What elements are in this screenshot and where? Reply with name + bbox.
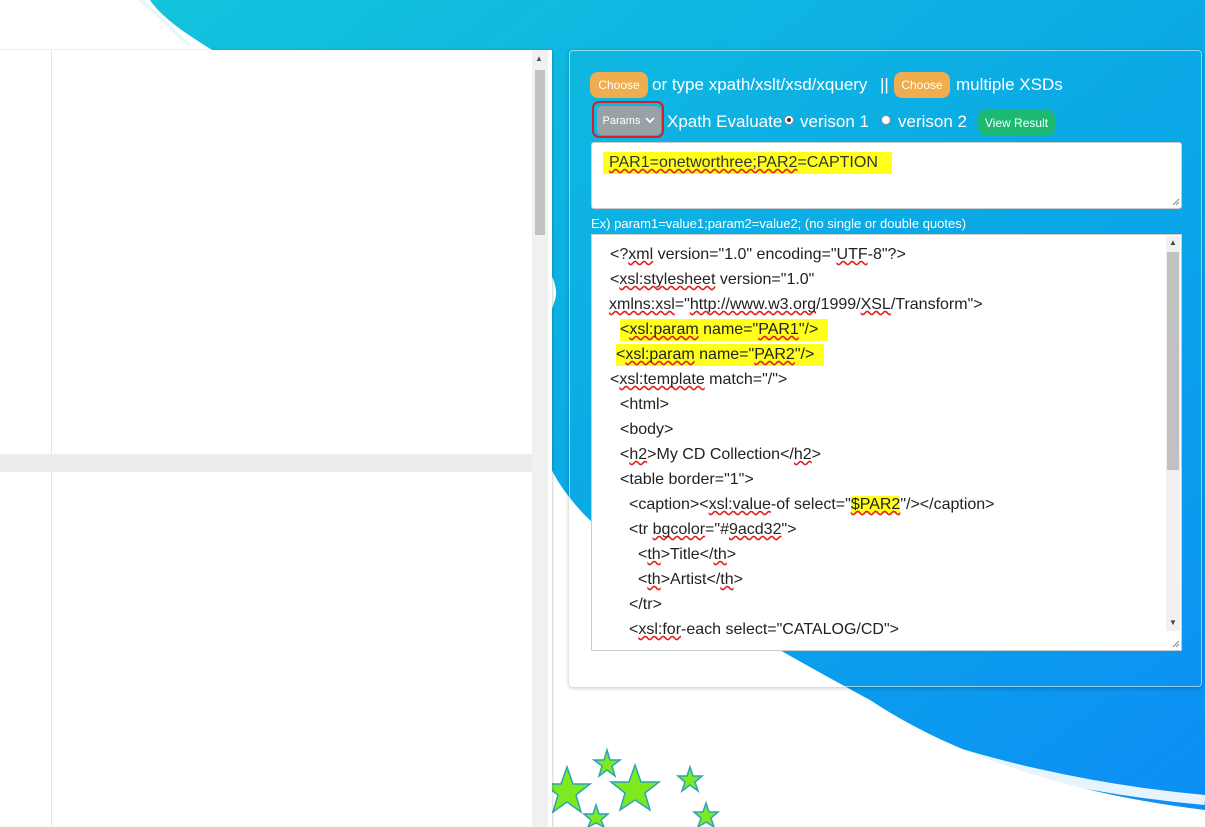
view-result-button[interactable]: View Result bbox=[978, 109, 1055, 136]
left-panel-gutter-line bbox=[51, 50, 52, 827]
resize-grip-icon[interactable] bbox=[1172, 640, 1180, 648]
left-panel: ▲ bbox=[0, 50, 552, 827]
version2-radio[interactable] bbox=[881, 115, 891, 125]
code-line: <tr bgcolor="#9acd32"> bbox=[629, 521, 797, 538]
code-line: <caption><xsl:value-of select="$PAR2"/><… bbox=[629, 496, 995, 513]
code-line: <body> bbox=[620, 421, 674, 438]
editor-scroll-thumb[interactable] bbox=[1167, 252, 1179, 470]
xpath-evaluate-label: Xpath Evaluate bbox=[667, 112, 783, 131]
choose-file-button[interactable]: Choose bbox=[590, 72, 648, 98]
code-line: <xsl:param name="PAR1"/> bbox=[620, 319, 829, 341]
left-panel-scroll-thumb[interactable] bbox=[535, 70, 545, 235]
left-panel-divider[interactable] bbox=[0, 454, 532, 472]
scroll-up-arrow-icon[interactable]: ▲ bbox=[535, 54, 543, 63]
choose-hint-text: or type xpath/xslt/xsd/xquery bbox=[652, 75, 868, 94]
code-line: <html> bbox=[620, 396, 669, 413]
code-line: <table border="1"> bbox=[620, 471, 754, 488]
version1-label: verison 1 bbox=[800, 112, 869, 131]
multiple-xsds-text: multiple XSDs bbox=[956, 75, 1063, 94]
toolbar-separator: || bbox=[880, 75, 889, 94]
code-line: </tr> bbox=[629, 596, 662, 613]
code-line: <xsl:template match="/"> bbox=[610, 371, 788, 388]
code-line: <th>Artist</th> bbox=[638, 571, 743, 588]
code-line: xmlns:xsl="http://www.w3.org/1999/XSL/Tr… bbox=[609, 296, 983, 313]
code-line: <th>Title</th> bbox=[638, 546, 737, 563]
choose-xsds-button[interactable]: Choose bbox=[894, 72, 950, 98]
params-hint: Ex) param1=value1;param2=value2; (no sin… bbox=[591, 216, 967, 231]
code-line: <xsl:stylesheet version="1.0" bbox=[610, 271, 815, 288]
scroll-down-arrow-icon[interactable]: ▼ bbox=[1169, 618, 1177, 627]
code-line: <xsl:param name="PAR2"/> bbox=[616, 344, 825, 366]
scroll-up-arrow-icon[interactable]: ▲ bbox=[1169, 238, 1177, 247]
code-line: <h2>My CD Collection</h2> bbox=[620, 446, 821, 463]
code-line: <?xml version="1.0" encoding="UTF-8"?> bbox=[610, 246, 906, 263]
code-line: <xsl:for-each select="CATALOG/CD"> bbox=[629, 621, 899, 638]
params-value-text: PAR1=onetworthree;PAR2=CAPTION bbox=[603, 152, 892, 174]
resize-grip-icon[interactable] bbox=[1172, 198, 1180, 206]
annotation-highlight-box bbox=[592, 101, 664, 138]
version1-radio[interactable] bbox=[784, 115, 794, 125]
version2-label: verison 2 bbox=[898, 112, 967, 131]
